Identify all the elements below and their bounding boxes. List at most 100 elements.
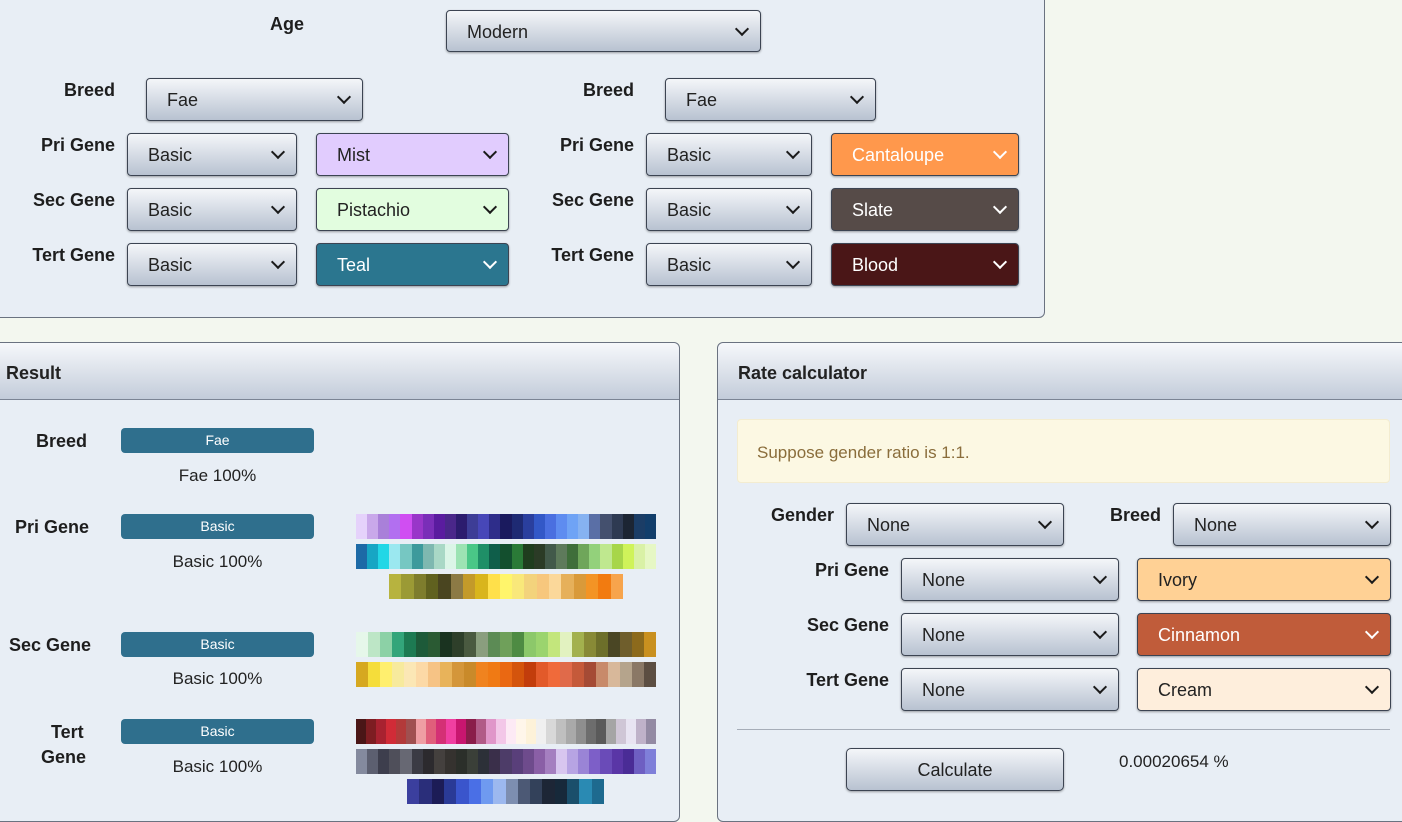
rate-breed-select[interactable]: None xyxy=(1173,503,1391,546)
color-swatch xyxy=(578,514,590,539)
calculate-button[interactable]: Calculate xyxy=(846,748,1064,791)
color-swatch xyxy=(579,779,592,804)
color-swatch xyxy=(389,749,401,774)
rate-breed-value: None xyxy=(1194,515,1238,535)
color-swatch xyxy=(378,544,390,569)
color-swatch xyxy=(450,574,463,599)
color-swatch xyxy=(380,632,392,657)
color-swatch xyxy=(431,779,444,804)
color-swatch xyxy=(622,749,634,774)
right-sec-gene-select[interactable]: Basic xyxy=(646,188,812,231)
color-swatch xyxy=(411,749,423,774)
color-swatch xyxy=(596,632,608,657)
color-swatch xyxy=(466,719,476,744)
right-breed-select[interactable]: Fae xyxy=(665,78,876,121)
color-swatch xyxy=(468,779,481,804)
left-sec-color-value: Pistachio xyxy=(337,200,411,220)
color-swatch xyxy=(467,514,479,539)
age-select-value: Modern xyxy=(467,22,529,42)
color-swatch xyxy=(378,749,390,774)
color-swatch xyxy=(524,632,536,657)
chevron-down-icon xyxy=(785,254,801,270)
rate-gender-select[interactable]: None xyxy=(846,503,1064,546)
color-swatch xyxy=(533,749,545,774)
left-tert-gene-select[interactable]: Basic xyxy=(127,243,297,286)
color-swatch xyxy=(356,719,366,744)
color-swatch xyxy=(444,544,456,569)
chevron-down-icon xyxy=(270,144,286,160)
color-swatch xyxy=(560,632,572,657)
left-sec-color-select[interactable]: Pistachio xyxy=(316,188,509,231)
color-swatch xyxy=(560,662,572,687)
rate-tert-color-select[interactable]: Cream xyxy=(1137,668,1391,711)
right-tert-label: Tert Gene xyxy=(551,245,634,265)
color-swatch xyxy=(572,662,584,687)
color-swatch xyxy=(548,632,560,657)
color-swatch xyxy=(455,544,468,569)
rate-sec-gene-select[interactable]: None xyxy=(901,613,1119,656)
right-tert-color-select[interactable]: Blood xyxy=(831,243,1019,286)
color-swatch xyxy=(517,779,531,804)
color-swatch xyxy=(400,749,412,774)
color-swatch xyxy=(386,719,396,744)
rate-breed-label: Breed xyxy=(1109,505,1161,525)
age-select[interactable]: Modern xyxy=(446,10,761,52)
color-swatch xyxy=(500,662,512,687)
color-swatch xyxy=(646,719,656,744)
color-swatch xyxy=(584,632,596,657)
chevron-down-icon xyxy=(336,89,352,105)
chevron-down-icon xyxy=(1092,569,1108,585)
color-swatch xyxy=(433,544,445,569)
chevron-down-icon xyxy=(1364,679,1380,695)
left-pri-gene-select[interactable]: Basic xyxy=(127,133,297,176)
rate-tert-gene-select[interactable]: None xyxy=(901,668,1119,711)
color-swatch xyxy=(455,749,468,774)
right-tert-gene-select[interactable]: Basic xyxy=(646,243,812,286)
right-pri-gene-select[interactable]: Basic xyxy=(646,133,812,176)
rate-sec-color-select[interactable]: Cinnamon xyxy=(1137,613,1391,656)
color-swatch xyxy=(478,544,490,569)
left-sec-gene-select[interactable]: Basic xyxy=(127,188,297,231)
color-swatch xyxy=(620,632,632,657)
color-swatch xyxy=(462,574,476,599)
rate-pri-color-select[interactable]: Ivory xyxy=(1137,558,1391,601)
left-pri-color-select[interactable]: Mist xyxy=(316,133,509,176)
color-swatch xyxy=(467,749,479,774)
left-tert-label: Tert Gene xyxy=(32,245,115,265)
color-swatch xyxy=(489,514,501,539)
chevron-down-icon xyxy=(849,89,865,105)
color-swatch xyxy=(422,544,434,569)
color-swatch xyxy=(512,632,524,657)
result-breed-pct: Fae 100% xyxy=(178,466,257,485)
color-swatch xyxy=(622,514,634,539)
color-swatch xyxy=(452,662,464,687)
color-swatch xyxy=(356,662,368,687)
left-tert-color-select[interactable]: Teal xyxy=(316,243,509,286)
right-pri-color-select[interactable]: Cantaloupe xyxy=(831,133,1019,176)
chevron-down-icon xyxy=(1364,514,1380,530)
rate-sec-gene-value: None xyxy=(922,625,966,645)
color-swatch xyxy=(425,574,439,599)
result-pri-label: Pri Gene xyxy=(15,517,90,537)
result-pri-tag: Basic xyxy=(121,514,314,539)
right-sec-gene-value: Basic xyxy=(667,200,712,220)
color-swatch xyxy=(548,662,560,687)
color-swatch xyxy=(478,749,490,774)
left-breed-select[interactable]: Fae xyxy=(146,78,363,121)
color-swatch xyxy=(644,749,656,774)
color-swatch xyxy=(376,719,386,744)
color-swatch xyxy=(586,719,596,744)
color-swatch xyxy=(578,749,590,774)
color-swatch xyxy=(596,719,606,744)
color-swatch xyxy=(440,632,452,657)
color-swatch xyxy=(610,574,623,599)
color-swatch xyxy=(611,514,623,539)
tert-swatch-row-1 xyxy=(356,719,656,744)
color-swatch xyxy=(633,544,645,569)
right-sec-color-select[interactable]: Slate xyxy=(831,188,1019,231)
color-swatch xyxy=(467,544,479,569)
rate-pri-gene-select[interactable]: None xyxy=(901,558,1119,601)
chevron-down-icon xyxy=(1037,514,1053,530)
chevron-down-icon xyxy=(734,21,750,37)
color-swatch xyxy=(611,544,623,569)
